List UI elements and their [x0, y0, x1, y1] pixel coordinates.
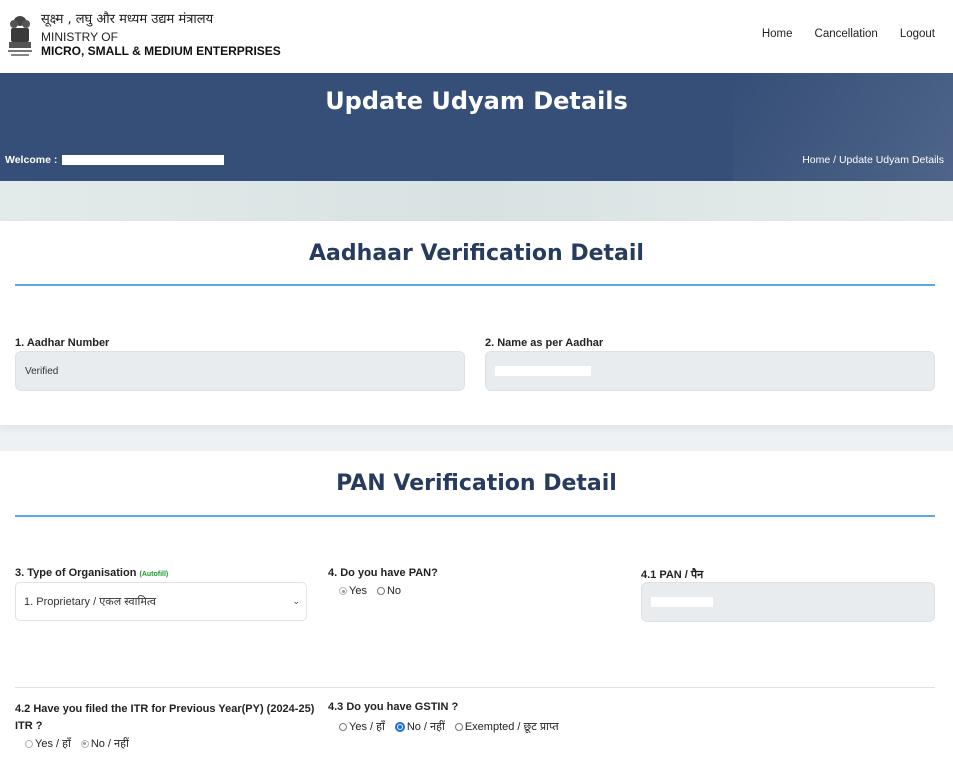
have-pan-yes[interactable]: Yes [339, 585, 367, 597]
radio-icon[interactable] [80, 739, 89, 748]
gstin-yes[interactable]: Yes / हाँ [339, 719, 385, 734]
nav-home[interactable]: Home [762, 28, 793, 40]
brand-line-ministry: MINISTRY OF [41, 29, 118, 44]
pan-verification-card: PAN Verification Detail 3. Type of Organ… [0, 451, 953, 765]
itr-no-label: No / नहीं [90, 738, 129, 750]
radio-icon[interactable] [394, 721, 405, 732]
have-pan-yes-label: Yes [349, 585, 367, 597]
gstin-exempted[interactable]: Exempted / छूट प्राप्त [454, 719, 559, 734]
have-pan-no-label: No [386, 585, 402, 597]
brand-hindi: सूक्ष्म , लघु और मध्यम उद्यम मंत्रालय [41, 12, 214, 27]
welcome-label: Welcome : [5, 154, 58, 166]
top-nav: Home Cancellation Logout [762, 28, 935, 40]
itr-filed-label: 4.2 Have you filed the ITR for Previous … [15, 703, 315, 732]
banner-strip [0, 181, 953, 221]
section-divider [15, 284, 935, 286]
aadhar-number-label: 1. Aadhar Number [15, 337, 110, 349]
gstin-no[interactable]: No / नहीं [394, 719, 445, 734]
aadhaar-section-title: Aadhaar Verification Detail [309, 241, 644, 266]
row-divider [15, 687, 935, 688]
breadcrumb: Home / Update Udyam Details [802, 154, 944, 166]
name-as-per-aadhar-field[interactable] [485, 351, 935, 391]
gstin-radio-group: Yes / हाँ No / नहीं Exempted / छूट प्राप… [339, 719, 565, 734]
pan-number-field[interactable] [641, 582, 935, 622]
autofill-tag: (Autofill) [139, 571, 169, 578]
gstin-yes-label: Yes / हाँ [349, 721, 385, 733]
org-type-label-text: 3. Type of Organisation [15, 567, 137, 579]
have-pan-label: 4. Do you have PAN? [328, 567, 438, 579]
nav-cancellation[interactable]: Cancellation [815, 28, 878, 40]
radio-icon[interactable] [454, 722, 463, 731]
page-banner: Update Udyam Details Welcome : Home / Up… [0, 73, 953, 181]
redacted-username [62, 155, 225, 166]
itr-yes[interactable]: Yes / हाँ [25, 736, 71, 751]
aadhar-number-field[interactable]: Verified [15, 351, 465, 391]
welcome-text: Welcome : [5, 154, 225, 166]
gstin-exempted-label: Exempted / छूट प्राप्त [464, 721, 559, 733]
radio-icon[interactable] [339, 587, 347, 595]
aadhar-number-value: Verified [25, 365, 59, 377]
national-emblem-icon [6, 12, 34, 60]
have-pan-no[interactable]: No [376, 585, 402, 597]
ministry-brand: सूक्ष्म , लघु और मध्यम उद्यम मंत्रालय MI… [41, 12, 281, 58]
itr-radio-group: Yes / हाँ No / नहीं [25, 736, 135, 751]
org-type-value: 1. Proprietary / एकल स्वामित्व [24, 596, 156, 608]
brand-line-msme: MICRO, SMALL & MEDIUM ENTERPRISES [41, 43, 281, 58]
chevron-down-icon: ⌄ [292, 596, 300, 606]
name-as-per-aadhar-label: 2. Name as per Aadhar [485, 337, 604, 349]
org-type-label: 3. Type of Organisation (Autofill) [15, 567, 168, 579]
org-type-select[interactable]: 1. Proprietary / एकल स्वामित्व ⌄ [15, 582, 307, 621]
page-title: Update Udyam Details [325, 87, 628, 115]
radio-icon[interactable] [339, 722, 347, 731]
nav-logout[interactable]: Logout [900, 28, 935, 40]
aadhaar-verification-card: Aadhaar Verification Detail 1. Aadhar Nu… [0, 221, 953, 425]
pan-section-title: PAN Verification Detail [336, 471, 617, 496]
gstin-label: 4.3 Do you have GSTIN ? [328, 701, 459, 713]
itr-no[interactable]: No / नहीं [80, 736, 129, 751]
redacted-pan [651, 597, 713, 607]
top-header: सूक्ष्म , लघु और मध्यम उद्यम मंत्रालय MI… [0, 0, 953, 73]
redacted-name [495, 366, 591, 376]
itr-yes-label: Yes / हाँ [35, 738, 71, 750]
section-divider [15, 515, 935, 517]
radio-icon[interactable] [376, 587, 385, 595]
gstin-no-label: No / नहीं [406, 721, 445, 733]
have-pan-radio-group: Yes No [339, 585, 407, 597]
pan-number-label: 4.1 PAN / पैन [641, 569, 704, 581]
radio-icon[interactable] [25, 739, 33, 748]
